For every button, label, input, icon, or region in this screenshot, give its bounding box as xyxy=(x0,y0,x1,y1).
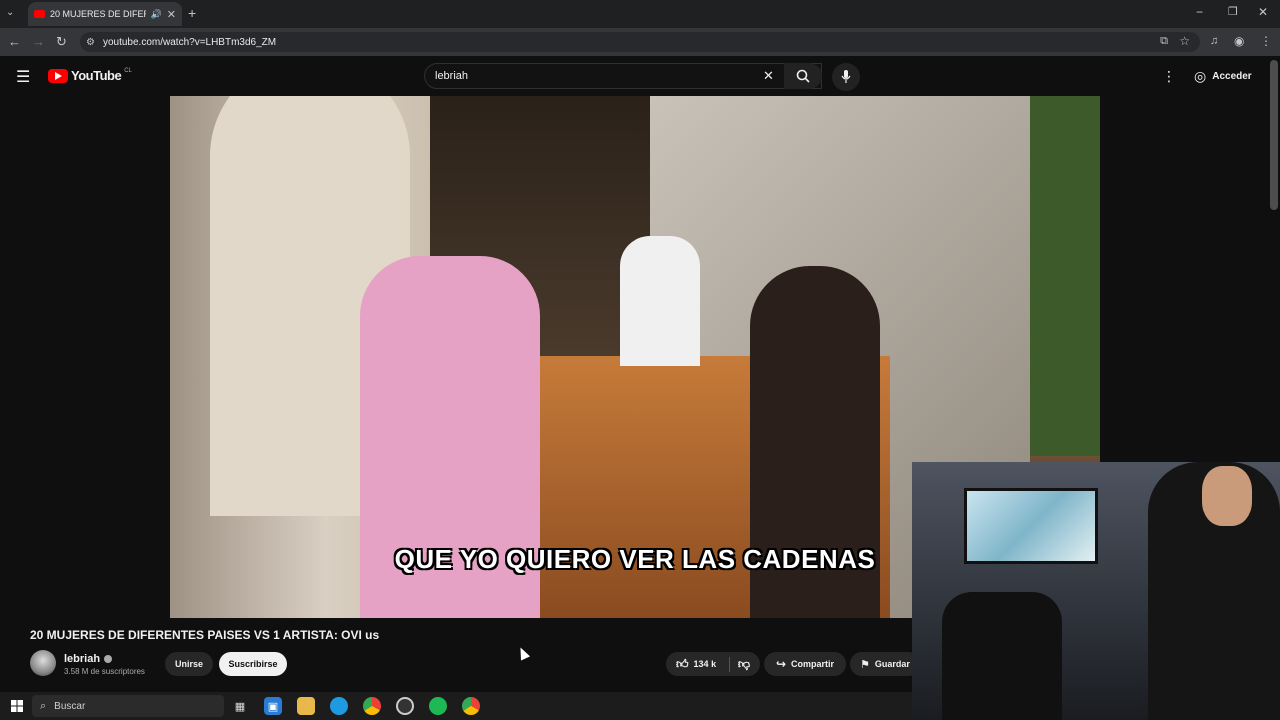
mouse-cursor-icon xyxy=(515,645,531,661)
youtube-favicon-icon xyxy=(34,10,45,18)
video-scene xyxy=(620,236,700,366)
subscriber-count: 3.58 M de suscriptores xyxy=(64,667,145,676)
file-explorer-icon[interactable] xyxy=(297,697,315,715)
reload-icon[interactable]: ↻ xyxy=(56,34,67,50)
settings-menu-icon[interactable]: ⋮ xyxy=(1162,68,1176,85)
windows-start-icon[interactable] xyxy=(8,697,26,715)
webcam-scene xyxy=(1202,466,1252,526)
tab-search-icon[interactable]: ⌄ xyxy=(6,7,14,18)
search-query: lebriah xyxy=(435,70,469,82)
share-label: Compartir xyxy=(791,659,835,669)
taskbar-search-icon: ⌕ xyxy=(40,699,47,712)
address-bar[interactable]: ⚙ youtube.com/watch?v=LHBTm3d6_ZM ⧉ ☆ xyxy=(80,32,1200,52)
thumbs-up-icon: 👍︎ xyxy=(676,656,689,671)
window-close-icon[interactable]: ✕ xyxy=(1258,5,1268,19)
edge-browser-icon[interactable] xyxy=(330,697,348,715)
hamburger-menu-icon[interactable]: ☰ xyxy=(16,67,30,87)
like-count: 134 k xyxy=(693,659,717,669)
share-button[interactable]: ↪ Compartir xyxy=(764,652,846,676)
profile-icon[interactable]: ◉ xyxy=(1234,34,1244,48)
search-icon xyxy=(796,69,810,83)
restore-icon[interactable]: ❐ xyxy=(1228,5,1238,18)
microphone-icon xyxy=(841,70,851,83)
store-icon[interactable]: ▣ xyxy=(264,697,282,715)
like-dislike-group: 👍︎ 134 k 👎︎ xyxy=(666,652,760,676)
youtube-header: ☰ YouTube CL lebriah ✕ ⋮ ◎ Acceder xyxy=(0,56,1280,96)
search-button[interactable] xyxy=(784,63,822,89)
chrome-active-icon[interactable] xyxy=(462,697,480,715)
webcam-scene xyxy=(942,592,1062,720)
page-scrollbar[interactable] xyxy=(1270,60,1278,210)
task-view-icon[interactable]: ▦ xyxy=(231,697,249,715)
clear-search-icon[interactable]: ✕ xyxy=(763,68,774,84)
search-input[interactable]: lebriah ✕ xyxy=(424,63,822,89)
share-arrow-icon: ↪ xyxy=(775,657,787,671)
signin-button[interactable]: ◎ Acceder xyxy=(1186,63,1260,89)
tab-title: 20 MUJERES DE DIFERENTE xyxy=(50,9,146,19)
webcam-scene xyxy=(964,488,1098,564)
youtube-logo-text: YouTube xyxy=(71,68,122,83)
back-icon[interactable]: ← xyxy=(8,34,21,49)
install-app-icon[interactable]: ⧉ xyxy=(1160,35,1168,48)
site-info-icon[interactable]: ⚙ xyxy=(86,37,95,48)
save-button[interactable]: ⚑ Guardar xyxy=(850,652,920,676)
obs-icon[interactable] xyxy=(396,697,414,715)
new-tab-icon[interactable]: + xyxy=(188,5,196,21)
browser-tabstrip: ⌄ 20 MUJERES DE DIFERENTE 🔊 ✕ + − ❐ ✕ xyxy=(0,0,1280,28)
browser-menu-icon[interactable]: ⋮ xyxy=(1260,34,1272,48)
taskbar-search-placeholder: Buscar xyxy=(54,700,86,712)
video-title: 20 MUJERES DE DIFERENTES PAISES VS 1 ART… xyxy=(30,628,380,642)
taskbar-search-input[interactable]: ⌕ Buscar xyxy=(32,695,224,717)
region-code: CL xyxy=(124,67,132,74)
url-text: youtube.com/watch?v=LHBTm3d6_ZM xyxy=(102,36,277,48)
spotify-icon[interactable] xyxy=(429,697,447,715)
youtube-logo[interactable]: YouTube CL xyxy=(48,68,132,83)
thumbs-down-icon: 👎︎ xyxy=(737,656,750,671)
audio-playing-icon[interactable]: 🔊 xyxy=(151,9,162,20)
browser-toolbar: ← → ↻ ⚙ youtube.com/watch?v=LHBTm3d6_ZM … xyxy=(0,28,1280,56)
minimize-icon[interactable]: − xyxy=(1196,5,1203,19)
subscribe-button[interactable]: Suscribirse xyxy=(219,652,287,676)
chrome-icon[interactable] xyxy=(363,697,381,715)
channel-name[interactable]: lebriah xyxy=(64,653,113,665)
webcam-overlay xyxy=(912,462,1280,720)
browser-tab[interactable]: 20 MUJERES DE DIFERENTE 🔊 ✕ xyxy=(28,2,182,26)
join-button[interactable]: Unirse xyxy=(165,652,213,676)
channel-name-text: lebriah xyxy=(64,653,101,665)
video-scene xyxy=(1030,96,1100,456)
save-label: Guardar xyxy=(874,659,910,669)
bookmark-icon: ⚑ xyxy=(860,658,870,671)
forward-icon[interactable]: → xyxy=(32,34,45,49)
dislike-button[interactable]: 👎︎ xyxy=(728,656,750,672)
verified-check-icon xyxy=(104,655,113,663)
tab-close-icon[interactable]: ✕ xyxy=(167,8,176,21)
windows-taskbar: ⌕ Buscar ▦ ▣ xyxy=(0,692,912,720)
signin-label: Acceder xyxy=(1212,70,1252,82)
bookmark-star-icon[interactable]: ☆ xyxy=(1179,34,1190,48)
voice-search-button[interactable] xyxy=(832,63,860,91)
channel-avatar[interactable] xyxy=(30,650,56,676)
account-icon: ◎ xyxy=(1194,67,1207,84)
media-controls-icon[interactable]: ♫ xyxy=(1210,35,1218,47)
like-button[interactable]: 👍︎ 134 k xyxy=(676,657,716,672)
youtube-play-icon xyxy=(48,68,68,83)
